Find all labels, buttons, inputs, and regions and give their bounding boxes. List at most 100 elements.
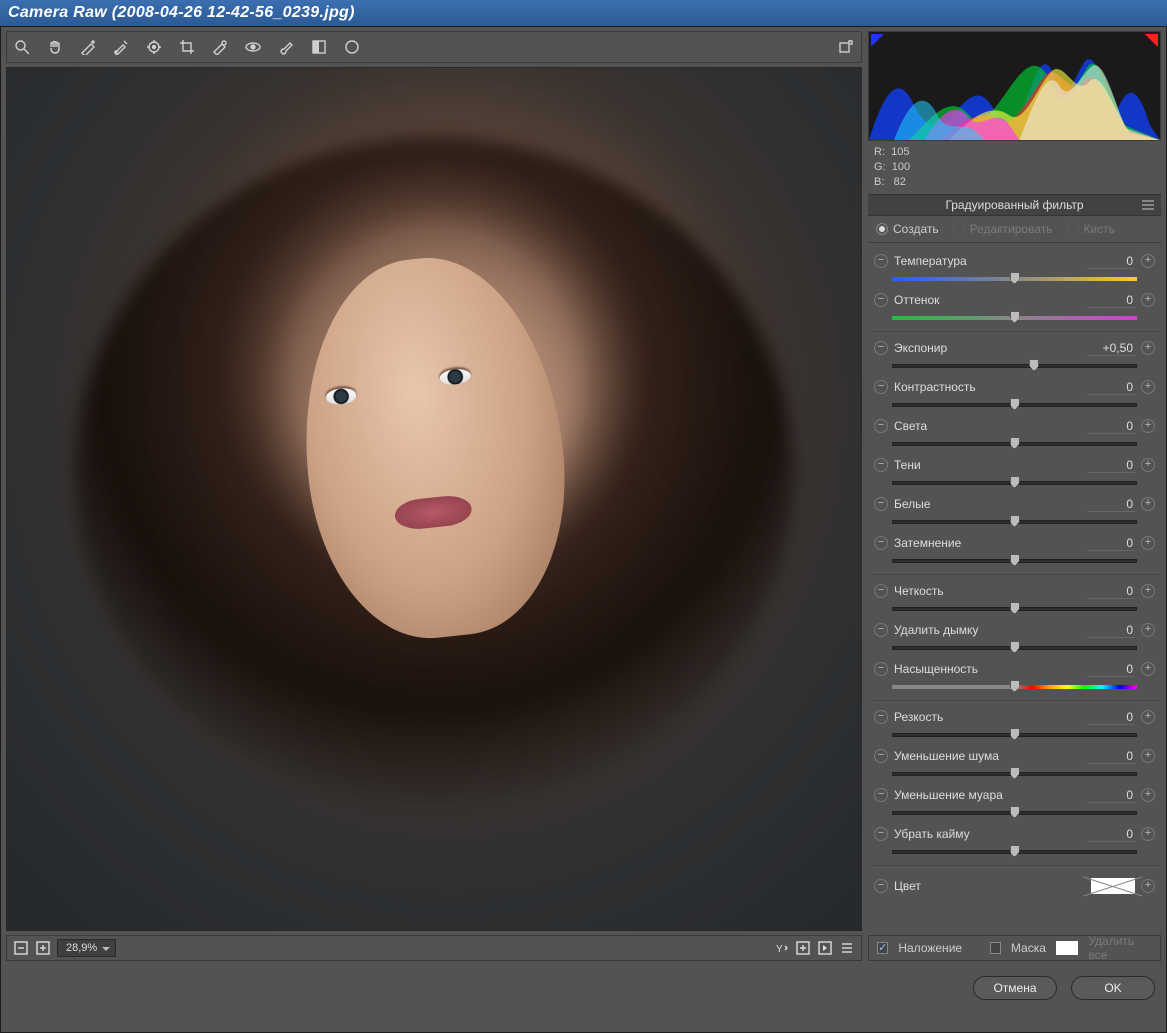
tint-value[interactable]: 0 <box>1087 293 1135 308</box>
defringe-slider[interactable] <box>892 845 1137 859</box>
before-after-icon[interactable]: Y <box>773 940 789 956</box>
noise-slider[interactable] <box>892 767 1137 781</box>
whites-value[interactable]: 0 <box>1087 497 1135 512</box>
zoom-in-icon[interactable] <box>35 940 51 956</box>
tint-minus-button[interactable]: − <box>874 293 888 307</box>
defringe-slider-thumb[interactable] <box>1010 845 1020 857</box>
contrast-slider[interactable] <box>892 398 1137 412</box>
rotate-tool-icon[interactable] <box>343 38 361 56</box>
whites-slider-thumb[interactable] <box>1010 515 1020 527</box>
clarity-plus-button[interactable]: + <box>1141 584 1155 598</box>
panel-menu-icon[interactable] <box>1141 199 1155 214</box>
blacks-slider[interactable] <box>892 554 1137 568</box>
saturation-slider-thumb[interactable] <box>1010 680 1020 692</box>
targeted-adjust-tool-icon[interactable] <box>145 38 163 56</box>
dehaze-value[interactable]: 0 <box>1087 623 1135 638</box>
contrast-minus-button[interactable]: − <box>874 380 888 394</box>
presets-flyout-icon[interactable] <box>837 38 855 56</box>
color-plus-button[interactable]: + <box>1141 879 1155 893</box>
shadows-slider[interactable] <box>892 476 1137 490</box>
whites-slider[interactable] <box>892 515 1137 529</box>
defringe-value[interactable]: 0 <box>1087 827 1135 842</box>
shadows-minus-button[interactable]: − <box>874 458 888 472</box>
clarity-value[interactable]: 0 <box>1087 584 1135 599</box>
exposure-plus-button[interactable]: + <box>1141 341 1155 355</box>
defringe-plus-button[interactable]: + <box>1141 827 1155 841</box>
shadows-value[interactable]: 0 <box>1087 458 1135 473</box>
sharpness-minus-button[interactable]: − <box>874 710 888 724</box>
histogram[interactable] <box>868 31 1161 141</box>
moire-minus-button[interactable]: − <box>874 788 888 802</box>
adjustment-brush-tool-icon[interactable] <box>277 38 295 56</box>
temperature-minus-button[interactable]: − <box>874 254 888 268</box>
swap-view-icon[interactable] <box>795 940 811 956</box>
highlights-plus-button[interactable]: + <box>1141 419 1155 433</box>
white-balance-tool-icon[interactable] <box>79 38 97 56</box>
saturation-minus-button[interactable]: − <box>874 662 888 676</box>
image-preview[interactable] <box>6 67 862 931</box>
zoom-level-select[interactable]: 28,9% <box>57 939 116 957</box>
temperature-slider-thumb[interactable] <box>1010 272 1020 284</box>
noise-slider-thumb[interactable] <box>1010 767 1020 779</box>
exposure-value[interactable]: +0,50 <box>1087 341 1135 356</box>
clarity-slider-thumb[interactable] <box>1010 602 1020 614</box>
color-minus-button[interactable]: − <box>874 879 888 893</box>
mask-checkbox[interactable] <box>990 942 1001 954</box>
moire-value[interactable]: 0 <box>1087 788 1135 803</box>
zoom-out-icon[interactable] <box>13 940 29 956</box>
moire-slider[interactable] <box>892 806 1137 820</box>
view-options-icon[interactable] <box>839 940 855 956</box>
mask-color-swatch[interactable] <box>1056 941 1078 955</box>
exposure-minus-button[interactable]: − <box>874 341 888 355</box>
exposure-slider[interactable] <box>892 359 1137 373</box>
blacks-value[interactable]: 0 <box>1087 536 1135 551</box>
highlights-slider-thumb[interactable] <box>1010 437 1020 449</box>
clarity-minus-button[interactable]: − <box>874 584 888 598</box>
blacks-slider-thumb[interactable] <box>1010 554 1020 566</box>
dehaze-minus-button[interactable]: − <box>874 623 888 637</box>
saturation-value[interactable]: 0 <box>1087 662 1135 677</box>
contrast-plus-button[interactable]: + <box>1141 380 1155 394</box>
clarity-slider[interactable] <box>892 602 1137 616</box>
graduated-filter-tool-icon[interactable] <box>310 38 328 56</box>
exposure-slider-thumb[interactable] <box>1029 359 1039 371</box>
tint-slider-thumb[interactable] <box>1010 311 1020 323</box>
dehaze-slider[interactable] <box>892 641 1137 655</box>
sharpness-slider-thumb[interactable] <box>1010 728 1020 740</box>
cancel-button[interactable]: Отмена <box>973 976 1057 1000</box>
tint-slider[interactable] <box>892 311 1137 325</box>
sharpness-plus-button[interactable]: + <box>1141 710 1155 724</box>
blacks-plus-button[interactable]: + <box>1141 536 1155 550</box>
tint-plus-button[interactable]: + <box>1141 293 1155 307</box>
dehaze-plus-button[interactable]: + <box>1141 623 1155 637</box>
red-eye-tool-icon[interactable] <box>244 38 262 56</box>
moire-slider-thumb[interactable] <box>1010 806 1020 818</box>
mode-create-radio[interactable]: Создать <box>876 222 939 236</box>
highlights-minus-button[interactable]: − <box>874 419 888 433</box>
whites-plus-button[interactable]: + <box>1141 497 1155 511</box>
crop-tool-icon[interactable] <box>178 38 196 56</box>
shadows-plus-button[interactable]: + <box>1141 458 1155 472</box>
saturation-slider[interactable] <box>892 680 1137 694</box>
temperature-plus-button[interactable]: + <box>1141 254 1155 268</box>
overlay-checkbox[interactable] <box>877 942 888 954</box>
color-sampler-tool-icon[interactable] <box>112 38 130 56</box>
contrast-value[interactable]: 0 <box>1087 380 1135 395</box>
zoom-tool-icon[interactable] <box>13 38 31 56</box>
noise-plus-button[interactable]: + <box>1141 749 1155 763</box>
window-titlebar[interactable]: Camera Raw (2008-04-26 12-42-56_0239.jpg… <box>0 0 1167 26</box>
whites-minus-button[interactable]: − <box>874 497 888 511</box>
defringe-minus-button[interactable]: − <box>874 827 888 841</box>
noise-minus-button[interactable]: − <box>874 749 888 763</box>
noise-value[interactable]: 0 <box>1087 749 1135 764</box>
blacks-minus-button[interactable]: − <box>874 536 888 550</box>
hand-tool-icon[interactable] <box>46 38 64 56</box>
highlights-value[interactable]: 0 <box>1087 419 1135 434</box>
dehaze-slider-thumb[interactable] <box>1010 641 1020 653</box>
sharpness-value[interactable]: 0 <box>1087 710 1135 725</box>
shadows-slider-thumb[interactable] <box>1010 476 1020 488</box>
contrast-slider-thumb[interactable] <box>1010 398 1020 410</box>
sharpness-slider[interactable] <box>892 728 1137 742</box>
moire-plus-button[interactable]: + <box>1141 788 1155 802</box>
ok-button[interactable]: OK <box>1071 976 1155 1000</box>
